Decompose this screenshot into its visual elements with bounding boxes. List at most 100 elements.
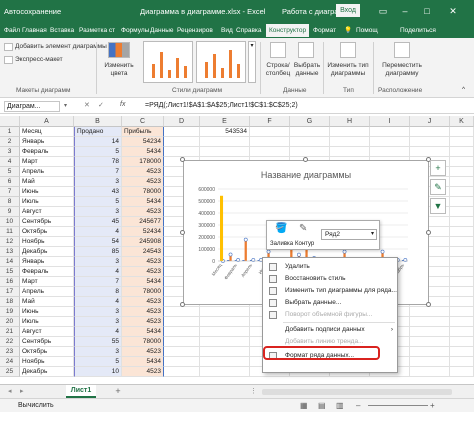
row-header[interactable]: 11 (0, 227, 20, 237)
table-cell[interactable] (164, 327, 200, 337)
row-header[interactable]: 22 (0, 337, 20, 347)
row-header[interactable]: 16 (0, 277, 20, 287)
table-cell[interactable] (450, 307, 474, 317)
tab-help[interactable]: Справка (236, 24, 262, 37)
table-cell[interactable] (450, 317, 474, 327)
chart-title[interactable]: Название диаграммы (261, 170, 351, 180)
table-cell[interactable] (250, 137, 290, 147)
table-cell[interactable]: Август (20, 327, 74, 337)
table-cell[interactable]: Декабрь (20, 367, 74, 377)
table-cell[interactable] (200, 337, 250, 347)
row-header[interactable]: 14 (0, 257, 20, 267)
table-cell[interactable]: 78 (74, 157, 122, 167)
login-button[interactable]: Вход (336, 4, 360, 17)
table-cell[interactable] (450, 357, 474, 367)
table-cell[interactable]: 245677 (122, 217, 164, 227)
chart-style-1[interactable] (143, 41, 193, 83)
table-cell[interactable]: 7 (74, 167, 122, 177)
resize-handle[interactable] (180, 157, 185, 162)
tab-formulas[interactable]: Формулы (121, 24, 149, 37)
chart-filter-icon[interactable]: ▼ (430, 198, 446, 214)
table-cell[interactable]: Декабрь (20, 247, 74, 257)
table-cell[interactable] (450, 297, 474, 307)
menu-item-reset-style[interactable]: Восстановить стиль (263, 273, 397, 285)
table-cell[interactable] (164, 367, 200, 377)
row-header[interactable]: 20 (0, 317, 20, 327)
table-cell[interactable]: 7 (74, 277, 122, 287)
table-cell[interactable] (450, 197, 474, 207)
table-cell[interactable] (410, 337, 450, 347)
chart-elements-plus-icon[interactable]: + (430, 160, 446, 176)
prev-sheet-icon[interactable]: ◂ (8, 387, 12, 395)
table-cell[interactable] (370, 147, 410, 157)
add-chart-element-button[interactable]: Добавить элемент диаграммы (15, 43, 107, 51)
table-cell[interactable]: 55 (74, 337, 122, 347)
table-cell[interactable]: 5 (74, 357, 122, 367)
add-sheet-icon[interactable]: + (112, 385, 124, 397)
table-cell[interactable]: Сентябрь (20, 217, 74, 227)
tab-design[interactable]: Конструктор (266, 24, 310, 37)
row-header[interactable]: 13 (0, 247, 20, 257)
table-cell[interactable] (200, 327, 250, 337)
table-cell[interactable]: 3 (74, 317, 122, 327)
table-cell[interactable] (164, 137, 200, 147)
table-cell[interactable] (330, 147, 370, 157)
menu-item-add-data-labels[interactable]: Добавить подписи данных › (263, 324, 397, 336)
table-cell[interactable] (200, 317, 250, 327)
table-cell[interactable] (450, 347, 474, 357)
table-cell[interactable] (450, 367, 474, 377)
menu-item-delete[interactable]: Удалить (263, 261, 397, 273)
column-header[interactable]: F (250, 116, 290, 127)
ribbon-options-icon[interactable]: ▭ (376, 4, 390, 18)
share-button[interactable]: Поделиться (400, 24, 436, 37)
table-cell[interactable] (200, 137, 250, 147)
change-colors-button[interactable]: Изменить цвета (101, 62, 137, 78)
table-cell[interactable] (370, 137, 410, 147)
table-cell[interactable] (450, 247, 474, 257)
table-cell[interactable]: 8 (74, 287, 122, 297)
table-cell[interactable]: 4523 (122, 367, 164, 377)
column-header[interactable]: C (122, 116, 164, 127)
horizontal-scrollbar[interactable] (262, 389, 452, 395)
table-cell[interactable]: 5 (74, 197, 122, 207)
row-header[interactable]: 23 (0, 347, 20, 357)
table-cell[interactable] (200, 357, 250, 367)
bar-series-2[interactable] (244, 239, 247, 261)
quick-layout-button[interactable]: Экспресс-макет (15, 56, 63, 64)
table-cell[interactable] (370, 127, 410, 137)
table-cell[interactable]: 4523 (122, 347, 164, 357)
table-cell[interactable]: 4 (74, 227, 122, 237)
zoom-out-icon[interactable]: – (356, 401, 360, 410)
table-cell[interactable] (290, 137, 330, 147)
table-cell[interactable]: Октябрь (20, 227, 74, 237)
table-cell[interactable] (410, 347, 450, 357)
column-header[interactable]: E (200, 116, 250, 127)
table-cell[interactable]: 45 (74, 217, 122, 227)
column-header[interactable]: I (370, 116, 410, 127)
table-cell[interactable] (450, 237, 474, 247)
table-cell[interactable]: 54234 (122, 137, 164, 147)
row-header[interactable]: 6 (0, 177, 20, 187)
table-cell[interactable]: 4 (74, 297, 122, 307)
table-cell[interactable] (200, 307, 250, 317)
table-cell[interactable] (450, 157, 474, 167)
table-cell[interactable] (410, 137, 450, 147)
table-cell[interactable]: 78000 (122, 187, 164, 197)
series-select[interactable]: Ряд2 ▾ (321, 229, 377, 240)
tab-home[interactable]: Главная (22, 24, 47, 37)
table-cell[interactable] (410, 357, 450, 367)
row-header[interactable]: 17 (0, 287, 20, 297)
table-cell[interactable] (450, 257, 474, 267)
column-header[interactable]: J (410, 116, 450, 127)
tab-insert[interactable]: Вставка (50, 24, 74, 37)
table-cell[interactable]: Продано (74, 127, 122, 137)
table-cell[interactable]: Июнь (20, 187, 74, 197)
menu-item-select-data[interactable]: Выбрать данные... (263, 297, 397, 309)
table-cell[interactable]: 3 (74, 347, 122, 357)
table-cell[interactable]: 245908 (122, 237, 164, 247)
table-cell[interactable]: Ноябрь (20, 237, 74, 247)
table-cell[interactable]: 85 (74, 247, 122, 257)
table-cell[interactable]: Январь (20, 257, 74, 267)
table-cell[interactable]: 3 (74, 307, 122, 317)
change-chart-type-button[interactable]: Изменить тип диаграммы (326, 62, 370, 78)
